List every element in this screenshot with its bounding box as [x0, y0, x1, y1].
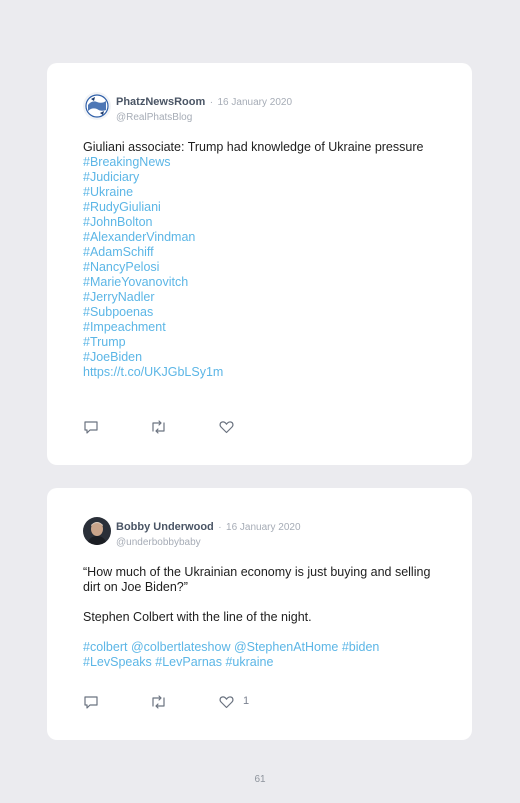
hashtag[interactable]: #NancyPelosi — [83, 260, 436, 275]
separator-dot: · — [218, 522, 222, 533]
retweet-icon[interactable] — [150, 420, 167, 434]
avatar[interactable] — [83, 517, 111, 545]
hashtag[interactable]: #Judiciary — [83, 170, 436, 185]
tweet-text: “How much of the Ukrainian economy is ju… — [83, 565, 436, 670]
hashtag[interactable]: #MarieYovanovitch — [83, 275, 436, 290]
separator-dot: · — [209, 97, 214, 108]
page-number: 61 — [254, 774, 266, 785]
tweet-body: Giuliani associate: Trump had knowledge … — [83, 140, 424, 154]
author-handle[interactable]: @underbobbybaby — [116, 537, 301, 548]
avatar[interactable] — [83, 92, 111, 120]
tweet-date: 16 January 2020 — [226, 522, 301, 533]
hashtag-line[interactable]: #LevSpeaks #LevParnas #ukraine — [83, 655, 436, 670]
tweet-text: Giuliani associate: Trump had knowledge … — [83, 140, 436, 380]
hashtag[interactable]: #Trump — [83, 335, 436, 350]
author-name[interactable]: PhatzNewsRoom — [116, 96, 205, 108]
reply-icon[interactable] — [83, 695, 99, 710]
like-count: 1 — [243, 695, 250, 707]
author-name[interactable]: Bobby Underwood — [116, 521, 214, 533]
hashtag[interactable]: #RudyGiuliani — [83, 200, 436, 215]
tweet-header: Bobby Underwood · 16 January 2020 @under… — [83, 517, 436, 548]
author-handle[interactable]: @RealPhatsBlog — [116, 112, 292, 123]
hashtag[interactable]: #BreakingNews — [83, 155, 436, 170]
tweet-date: 16 January 2020 — [217, 97, 293, 108]
tweet-quote: “How much of the Ukrainian economy is ju… — [83, 565, 431, 594]
hashtag[interactable]: #AlexanderVindman — [83, 230, 436, 245]
tweet-card: PhatzNewsRoom · 16 January 2020 @RealPha… — [47, 63, 472, 465]
retweet-icon[interactable] — [150, 695, 167, 709]
tweet-card: Bobby Underwood · 16 January 2020 @under… — [47, 488, 472, 740]
tweet-header: PhatzNewsRoom · 16 January 2020 @RealPha… — [83, 92, 436, 123]
hashtag[interactable]: #Impeachment — [83, 320, 436, 335]
reply-icon[interactable] — [83, 420, 99, 435]
hashtag[interactable]: #JerryNadler — [83, 290, 436, 305]
hashtag[interactable]: #JohnBolton — [83, 215, 436, 230]
hashtag[interactable]: #JoeBiden — [83, 350, 436, 365]
heart-icon[interactable] — [219, 695, 234, 709]
heart-icon[interactable] — [219, 420, 234, 434]
hashtag[interactable]: #Subpoenas — [83, 305, 436, 320]
hashtag[interactable]: #AdamSchiff — [83, 245, 436, 260]
tweet-link[interactable]: https://t.co/UKJGbLSy1m — [83, 365, 436, 380]
tweet-body: Stephen Colbert with the line of the nig… — [83, 610, 312, 624]
hashtag-line[interactable]: #colbert @colbertlateshow @StephenAtHome… — [83, 640, 436, 655]
hashtag[interactable]: #Ukraine — [83, 185, 436, 200]
